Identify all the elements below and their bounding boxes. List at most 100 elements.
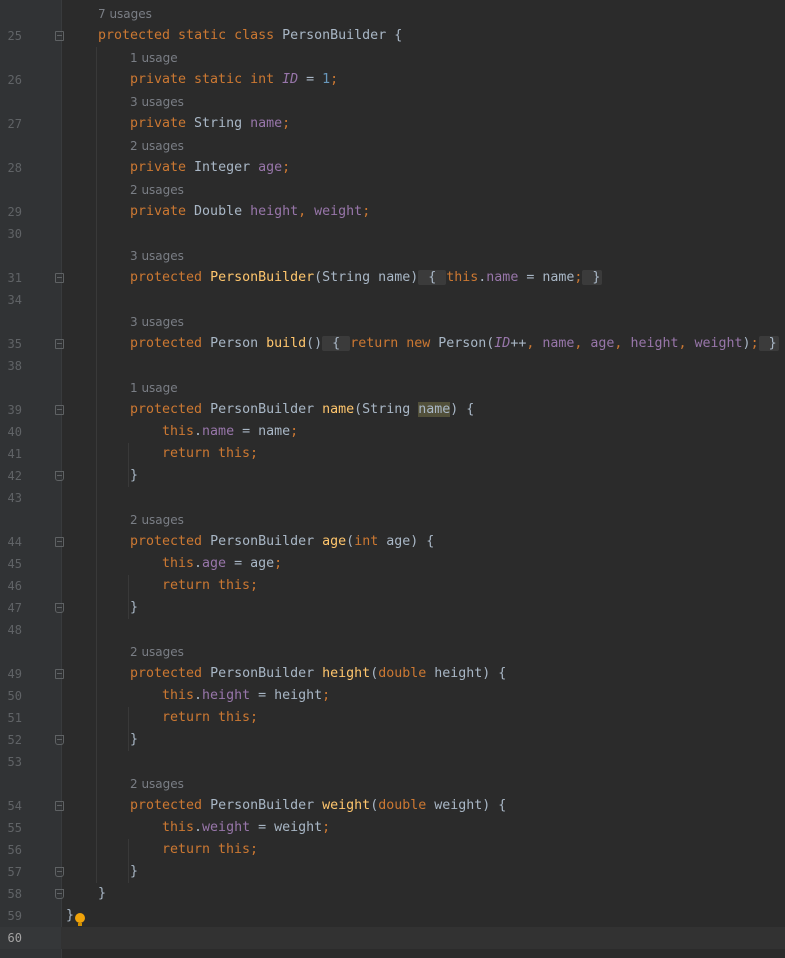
fold-marker-icon[interactable] xyxy=(55,889,64,899)
code-line[interactable]: 25 protected static class PersonBuilder { xyxy=(0,25,785,47)
code-line[interactable]: 44 protected PersonBuilder age(int age) { xyxy=(0,531,785,553)
code-line[interactable]: 57} xyxy=(0,861,785,883)
code-text[interactable]: this.name = name; xyxy=(162,421,298,443)
line-number: 35 xyxy=(7,337,22,351)
code-line[interactable]: 28 private Integer age; xyxy=(0,157,785,179)
code-token: ; xyxy=(362,204,371,219)
code-line[interactable]: 49 protected PersonBuilder height(double … xyxy=(0,663,785,685)
usage-hint-row[interactable]: 7 usages xyxy=(0,3,785,25)
code-line[interactable]: 42} xyxy=(0,465,785,487)
fold-marker-icon[interactable] xyxy=(55,603,64,613)
code-line[interactable]: 45 this.age = age; xyxy=(0,553,785,575)
fold-marker-icon[interactable] xyxy=(55,801,64,811)
usage-hint[interactable]: 7 usages xyxy=(98,3,152,25)
code-line[interactable]: 56 return this; xyxy=(0,839,785,861)
code-text[interactable]: protected static class PersonBuilder { xyxy=(98,25,402,47)
code-token: . xyxy=(194,424,203,439)
code-text[interactable]: this.weight = weight; xyxy=(162,817,330,839)
code-line[interactable]: 55 this.weight = weight; xyxy=(0,817,785,839)
code-line[interactable]: 54 protected PersonBuilder weight(double … xyxy=(0,795,785,817)
code-text[interactable]: } xyxy=(98,883,106,905)
usage-hint-row[interactable]: 1 usage xyxy=(0,377,785,399)
code-line[interactable]: 34 xyxy=(0,289,785,311)
code-line[interactable]: 50 this.height = height; xyxy=(0,685,785,707)
usage-hint-row[interactable]: 3 usages xyxy=(0,245,785,267)
code-line[interactable]: 51 return this; xyxy=(0,707,785,729)
fold-marker-icon[interactable] xyxy=(55,405,64,415)
code-line[interactable]: 47} xyxy=(0,597,785,619)
usage-hint[interactable]: 3 usages xyxy=(130,91,184,113)
usage-hint-row[interactable]: 3 usages xyxy=(0,91,785,113)
code-line[interactable]: 38 xyxy=(0,355,785,377)
code-line[interactable]: 43 xyxy=(0,487,785,509)
code-line[interactable]: 59} xyxy=(0,905,785,927)
code-text[interactable]: private static int ID = 1; xyxy=(130,69,338,91)
code-token: this xyxy=(446,270,479,285)
usage-hint-row[interactable]: 2 usages xyxy=(0,135,785,157)
code-text[interactable]: return this; xyxy=(162,707,258,729)
usage-hint[interactable]: 3 usages xyxy=(130,245,184,267)
code-line[interactable]: 27 private String name; xyxy=(0,113,785,135)
code-token: (String xyxy=(354,402,419,417)
code-text[interactable]: protected PersonBuilder weight(double we… xyxy=(130,795,506,817)
code-line[interactable]: 60 xyxy=(0,927,785,949)
usage-hint[interactable]: 3 usages xyxy=(130,311,184,333)
code-text[interactable]: } xyxy=(130,861,138,883)
code-text[interactable]: this.age = age; xyxy=(162,553,282,575)
code-text[interactable]: } xyxy=(66,905,74,927)
code-token: protected xyxy=(130,270,211,285)
usage-hint-row[interactable]: 2 usages xyxy=(0,179,785,201)
code-text[interactable]: protected PersonBuilder age(int age) { xyxy=(130,531,434,553)
code-token: protected xyxy=(130,534,211,549)
usage-hint[interactable]: 2 usages xyxy=(130,641,184,663)
usage-hint[interactable]: 1 usage xyxy=(130,47,178,69)
fold-marker-icon[interactable] xyxy=(55,669,64,679)
code-text[interactable]: private Integer age; xyxy=(130,157,290,179)
code-text[interactable]: this.height = height; xyxy=(162,685,330,707)
code-text[interactable]: } xyxy=(130,729,138,751)
code-text[interactable]: private Double height, weight; xyxy=(130,201,370,223)
code-line[interactable]: 30 xyxy=(0,223,785,245)
fold-marker-icon[interactable] xyxy=(55,31,64,41)
fold-marker-icon[interactable] xyxy=(55,735,64,745)
code-text[interactable]: } xyxy=(130,597,138,619)
code-line[interactable]: 40 this.name = name; xyxy=(0,421,785,443)
fold-marker-icon[interactable] xyxy=(55,537,64,547)
code-line[interactable]: 31 protected PersonBuilder(String name) {… xyxy=(0,267,785,289)
usage-hint[interactable]: 2 usages xyxy=(130,773,184,795)
code-line[interactable]: 41 return this; xyxy=(0,443,785,465)
code-text[interactable]: } xyxy=(130,465,138,487)
usage-hint[interactable]: 2 usages xyxy=(130,509,184,531)
usage-hint-row[interactable]: 2 usages xyxy=(0,773,785,795)
code-text[interactable]: protected PersonBuilder(String name) { t… xyxy=(130,267,603,289)
code-line[interactable]: 29 private Double height, weight; xyxy=(0,201,785,223)
usage-hint-row[interactable]: 2 usages xyxy=(0,509,785,531)
code-line[interactable]: 26 private static int ID = 1; xyxy=(0,69,785,91)
code-line[interactable]: 46 return this; xyxy=(0,575,785,597)
code-text[interactable]: protected Person build() { return new Pe… xyxy=(130,333,779,355)
code-line[interactable]: 39 protected PersonBuilder name(String na… xyxy=(0,399,785,421)
code-token: return new xyxy=(350,336,439,351)
code-text[interactable]: protected PersonBuilder height(double he… xyxy=(130,663,506,685)
fold-marker-icon[interactable] xyxy=(55,471,64,481)
code-line[interactable]: 53 xyxy=(0,751,785,773)
fold-marker-icon[interactable] xyxy=(55,339,64,349)
code-text[interactable]: return this; xyxy=(162,443,258,465)
code-text[interactable]: return this; xyxy=(162,839,258,861)
code-text[interactable]: protected PersonBuilder name(String name… xyxy=(130,399,474,421)
usage-hint-row[interactable]: 3 usages xyxy=(0,311,785,333)
lightbulb-icon[interactable] xyxy=(75,913,85,926)
code-line[interactable]: 48 xyxy=(0,619,785,641)
code-text[interactable]: private String name; xyxy=(130,113,290,135)
usage-hint-row[interactable]: 2 usages xyxy=(0,641,785,663)
code-text[interactable]: return this; xyxy=(162,575,258,597)
fold-marker-icon[interactable] xyxy=(55,273,64,283)
usage-hint[interactable]: 2 usages xyxy=(130,179,184,201)
usage-hint[interactable]: 2 usages xyxy=(130,135,184,157)
code-line[interactable]: 58} xyxy=(0,883,785,905)
usage-hint[interactable]: 1 usage xyxy=(130,377,178,399)
fold-marker-icon[interactable] xyxy=(55,867,64,877)
usage-hint-row[interactable]: 1 usage xyxy=(0,47,785,69)
code-line[interactable]: 52} xyxy=(0,729,785,751)
code-line[interactable]: 35 protected Person build() { return new … xyxy=(0,333,785,355)
